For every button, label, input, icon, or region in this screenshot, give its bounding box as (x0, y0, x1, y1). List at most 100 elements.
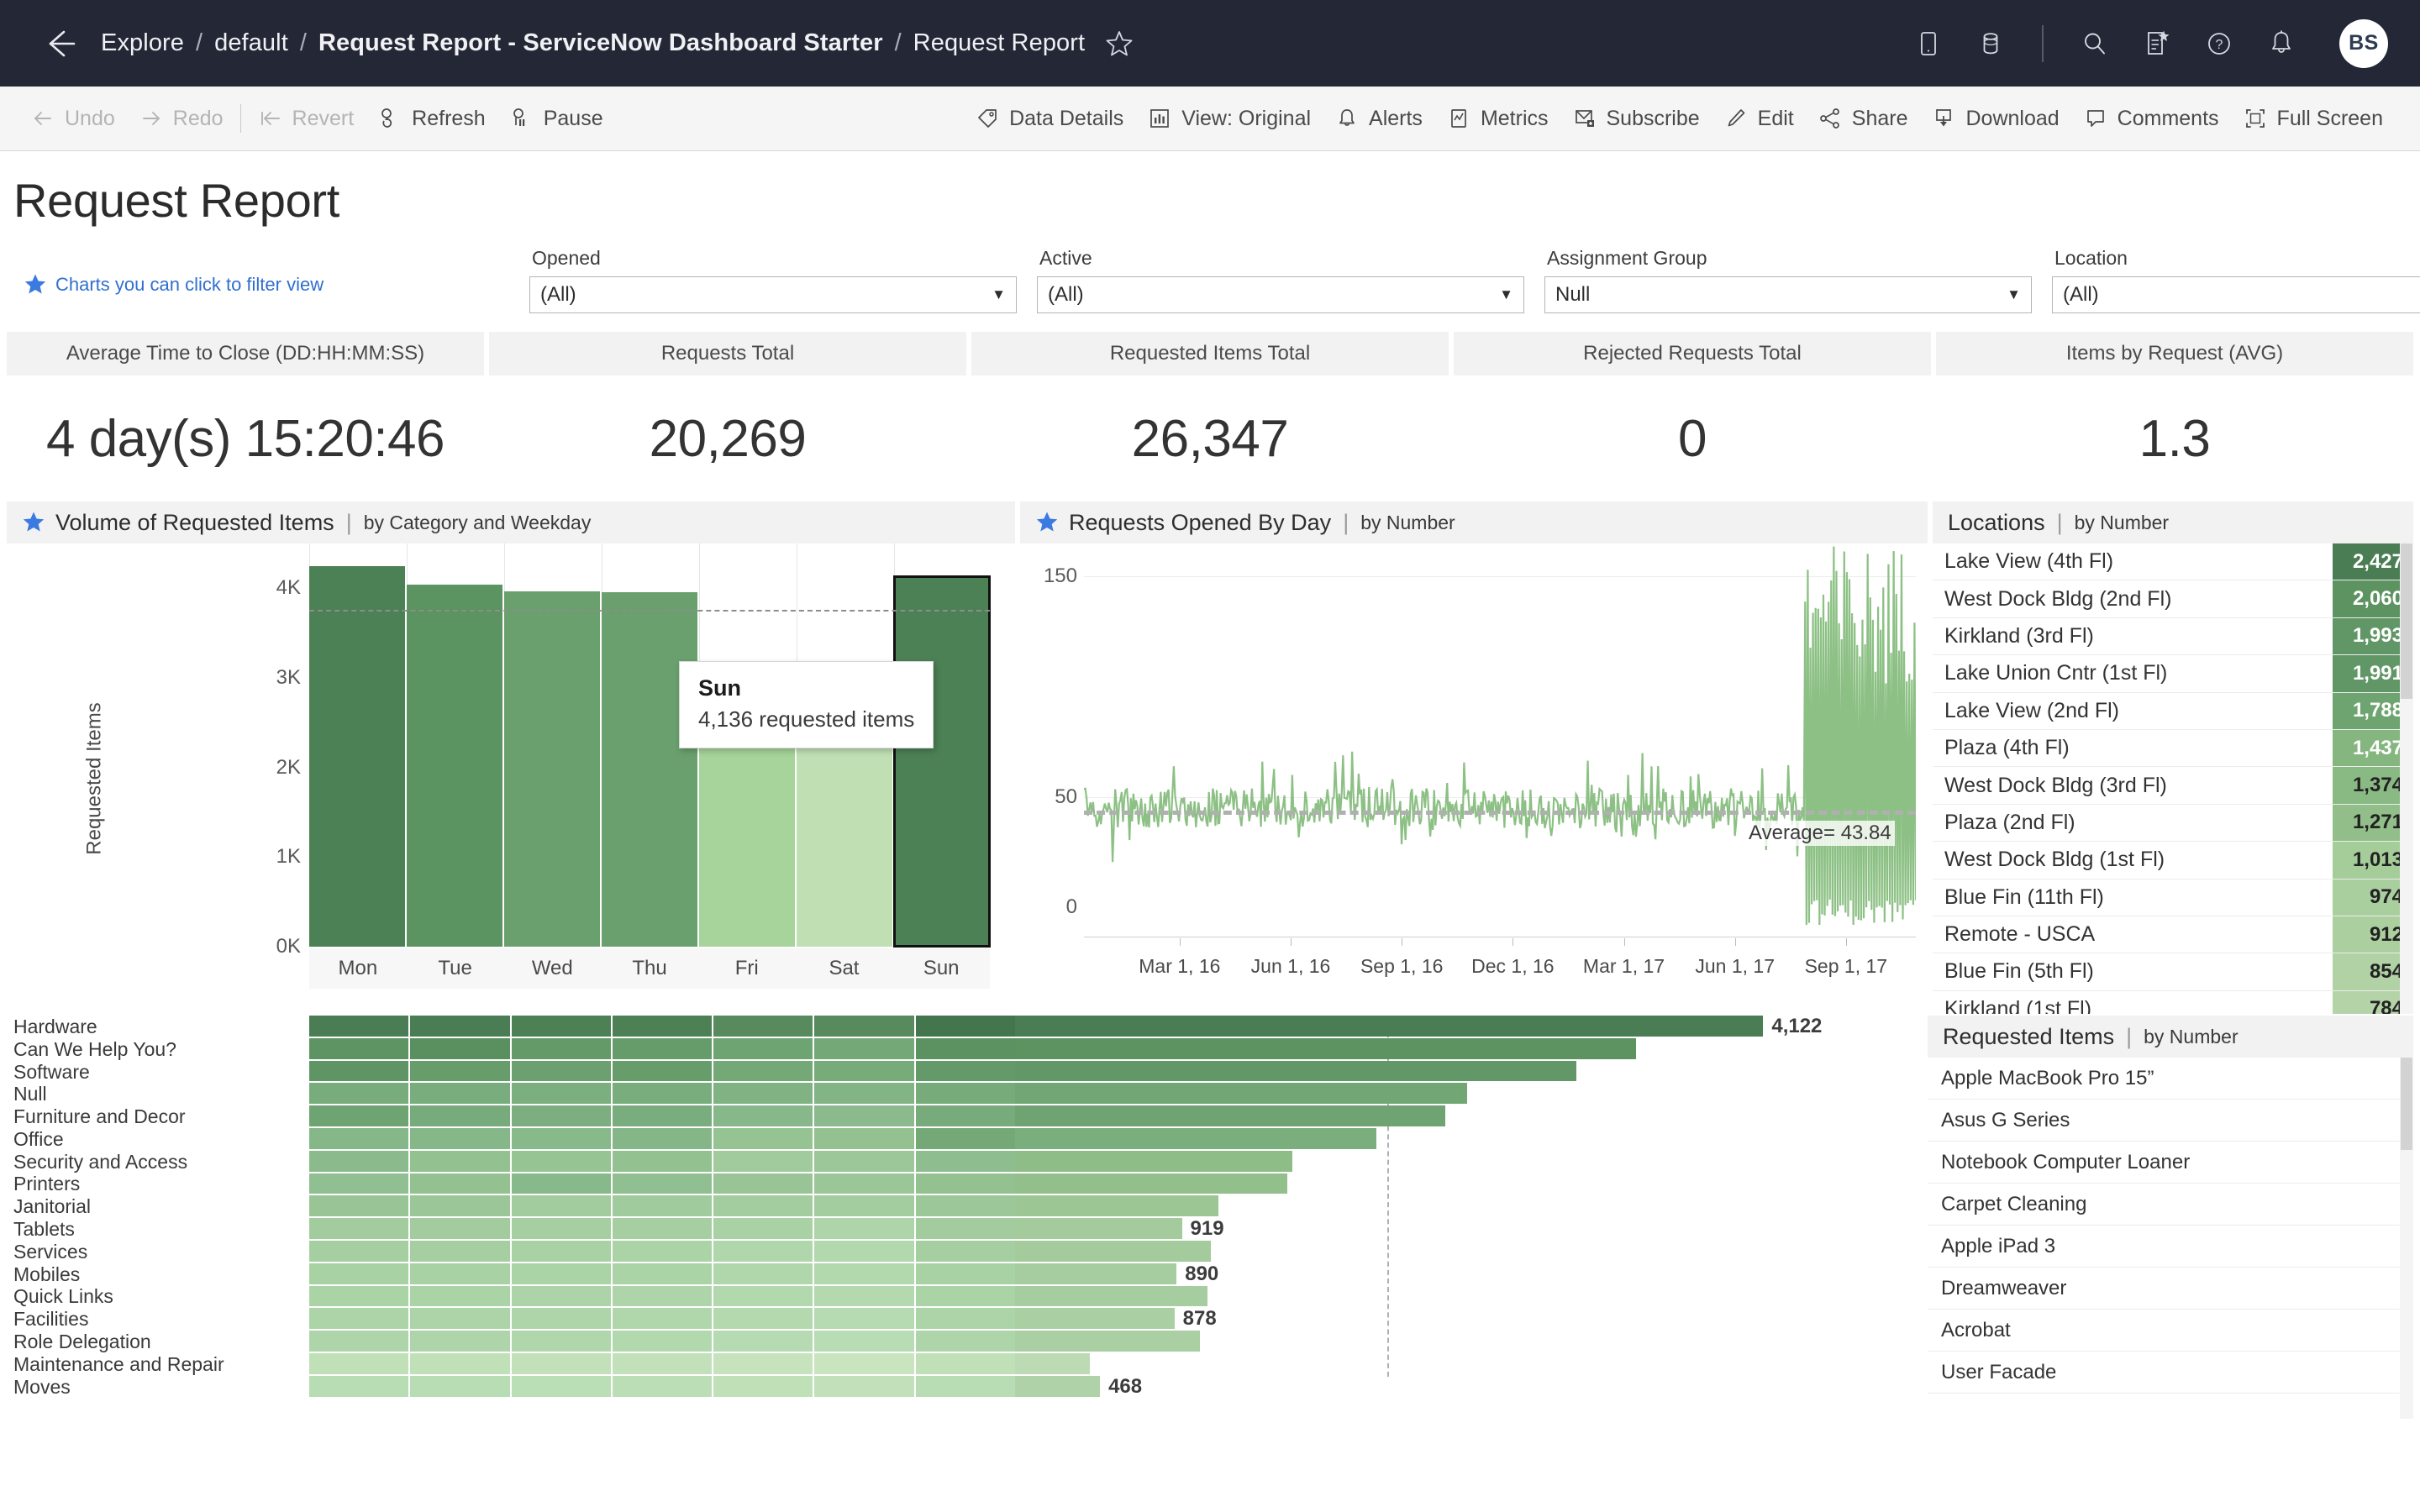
category-heat-cell[interactable] (915, 1060, 1015, 1082)
category-heat-cell[interactable] (309, 1105, 409, 1126)
category-heat-cell[interactable] (511, 1037, 611, 1059)
category-heat-cell[interactable] (511, 1083, 611, 1105)
category-heat-cell[interactable] (814, 1150, 914, 1172)
category-heat-cell[interactable] (410, 1127, 510, 1149)
category-heat-cell[interactable] (410, 1016, 510, 1037)
locations-row[interactable]: Lake View (4th Fl) 2,427 (1933, 543, 2413, 581)
notifications-icon[interactable] (2265, 28, 2297, 60)
breadcrumb-item-sheet[interactable]: Request Report (913, 29, 1086, 57)
category-heat-cell[interactable] (511, 1016, 611, 1037)
category-bar-row[interactable]: 468 (1015, 1375, 1923, 1399)
category-heat-cell[interactable] (915, 1083, 1015, 1105)
category-label[interactable]: Can We Help You? (7, 1038, 309, 1061)
category-bar[interactable] (1015, 1240, 1212, 1262)
filter-assignment-group-select[interactable]: Null ▼ (1544, 276, 2032, 313)
category-label[interactable]: Tablets (7, 1218, 309, 1241)
category-heat-cell[interactable] (713, 1308, 813, 1330)
locations-row[interactable]: West Dock Bldg (1st Fl) 1,013 (1933, 842, 2413, 879)
category-heat-cell[interactable] (309, 1308, 409, 1330)
category-heat-cell[interactable] (410, 1037, 510, 1059)
requested-items-row[interactable]: Notebook Computer Loaner (1928, 1142, 2413, 1184)
category-label[interactable]: Null (7, 1083, 309, 1105)
locations-scrollbar-thumb[interactable] (2401, 543, 2412, 699)
category-label[interactable]: Office (7, 1128, 309, 1151)
locations-row[interactable]: Remote - USCA 912 (1933, 916, 2413, 954)
category-label[interactable]: Software (7, 1061, 309, 1084)
category-heat-cell[interactable] (713, 1240, 813, 1262)
category-heat-cell[interactable] (915, 1240, 1015, 1262)
category-heat-cell[interactable] (612, 1218, 713, 1239)
category-heat-cell[interactable] (814, 1195, 914, 1217)
category-label[interactable]: Mobiles (7, 1263, 309, 1286)
category-heat-cell[interactable] (612, 1150, 713, 1172)
locations-row[interactable]: Lake View (2nd Fl) 1,788 (1933, 692, 2413, 730)
breadcrumb-item-workbook[interactable]: Request Report - ServiceNow Dashboard St… (318, 29, 883, 57)
category-heat-cell[interactable] (511, 1352, 611, 1374)
weekday-bar[interactable] (309, 566, 405, 947)
category-bar[interactable] (1015, 1083, 1467, 1105)
category-heat-cell[interactable] (713, 1285, 813, 1307)
category-bar-row[interactable]: 919 (1015, 1218, 1923, 1241)
requested-items-row[interactable]: Dreamweaver (1928, 1268, 2413, 1310)
category-heat-cell[interactable] (814, 1285, 914, 1307)
category-heat-cell[interactable] (612, 1240, 713, 1262)
category-bar[interactable] (1015, 1352, 1090, 1374)
category-heat-cell[interactable] (713, 1150, 813, 1172)
category-heat-cell[interactable] (511, 1127, 611, 1149)
category-bar-row[interactable] (1015, 1240, 1923, 1263)
locations-row[interactable]: Blue Fin (11th Fl) 974 (1933, 879, 2413, 916)
items-scrollbar-thumb[interactable] (2401, 1058, 2412, 1150)
filter-location-select[interactable]: (All) ▼ (2052, 276, 2420, 313)
category-bar-row[interactable]: 4,122 (1015, 1016, 1923, 1038)
weekday-bar-column[interactable] (309, 543, 405, 947)
category-heat-cell[interactable] (511, 1240, 611, 1262)
data-details-button[interactable]: Data Details (963, 101, 1135, 136)
locations-row[interactable]: West Dock Bldg (3rd Fl) 1,374 (1933, 767, 2413, 805)
category-bar-row[interactable] (1015, 1352, 1923, 1376)
category-bar[interactable] (1015, 1037, 1637, 1059)
category-heat-cell[interactable] (410, 1060, 510, 1082)
category-heat-cell[interactable] (915, 1285, 1015, 1307)
category-heat-cell[interactable] (410, 1308, 510, 1330)
category-bar-row[interactable]: 878 (1015, 1308, 1923, 1331)
category-heat-cell[interactable] (713, 1331, 813, 1352)
requested-items-row[interactable]: Asus G Series (1928, 1100, 2413, 1142)
weekday-bar[interactable] (504, 591, 600, 947)
breadcrumb-item-explore[interactable]: Explore (101, 29, 184, 57)
category-heat-cell[interactable] (713, 1060, 813, 1082)
category-heat-cell[interactable] (309, 1331, 409, 1352)
category-heat-cell[interactable] (410, 1173, 510, 1194)
category-heat-cell[interactable] (612, 1127, 713, 1149)
category-heat-cell[interactable] (814, 1240, 914, 1262)
category-heat-cell[interactable] (410, 1375, 510, 1397)
category-heat-cell[interactable] (713, 1105, 813, 1126)
category-heat-cell[interactable] (612, 1105, 713, 1126)
download-button[interactable]: Download (1919, 101, 2070, 136)
category-heat-cell[interactable] (511, 1263, 611, 1284)
category-heat-cell[interactable] (410, 1083, 510, 1105)
category-heat-cell[interactable] (814, 1375, 914, 1397)
category-heat-cell[interactable] (612, 1016, 713, 1037)
category-heat-cell[interactable] (915, 1263, 1015, 1284)
locations-row[interactable]: Kirkland (1st Fl) 784 (1933, 990, 2413, 1014)
category-heat-cell[interactable] (410, 1105, 510, 1126)
weekday-bar-column[interactable] (407, 543, 502, 947)
category-heat-cell[interactable] (814, 1331, 914, 1352)
weekday-bar[interactable] (407, 584, 502, 947)
category-bar[interactable] (1015, 1127, 1376, 1149)
locations-row[interactable]: Kirkland (3rd Fl) 1,993 (1933, 617, 2413, 656)
category-heat-cell[interactable] (309, 1037, 409, 1059)
locations-row[interactable]: Blue Fin (5th Fl) 854 (1933, 953, 2413, 991)
locations-scrollbar[interactable] (2400, 543, 2413, 1014)
view-original-button[interactable]: View: Original (1135, 101, 1323, 136)
revert-button[interactable]: Revert (246, 101, 366, 136)
category-heat-cell[interactable] (612, 1173, 713, 1194)
category-heat-cell[interactable] (410, 1240, 510, 1262)
locations-row[interactable]: Lake Union Cntr (1st Fl) 1,991 (1933, 655, 2413, 693)
category-heat-cell[interactable] (410, 1195, 510, 1217)
weekday-bar-column[interactable] (504, 543, 600, 947)
category-heat-cell[interactable] (309, 1263, 409, 1284)
category-heat-cell[interactable] (511, 1060, 611, 1082)
category-label[interactable]: Services (7, 1241, 309, 1263)
category-bar[interactable] (1015, 1331, 1201, 1352)
